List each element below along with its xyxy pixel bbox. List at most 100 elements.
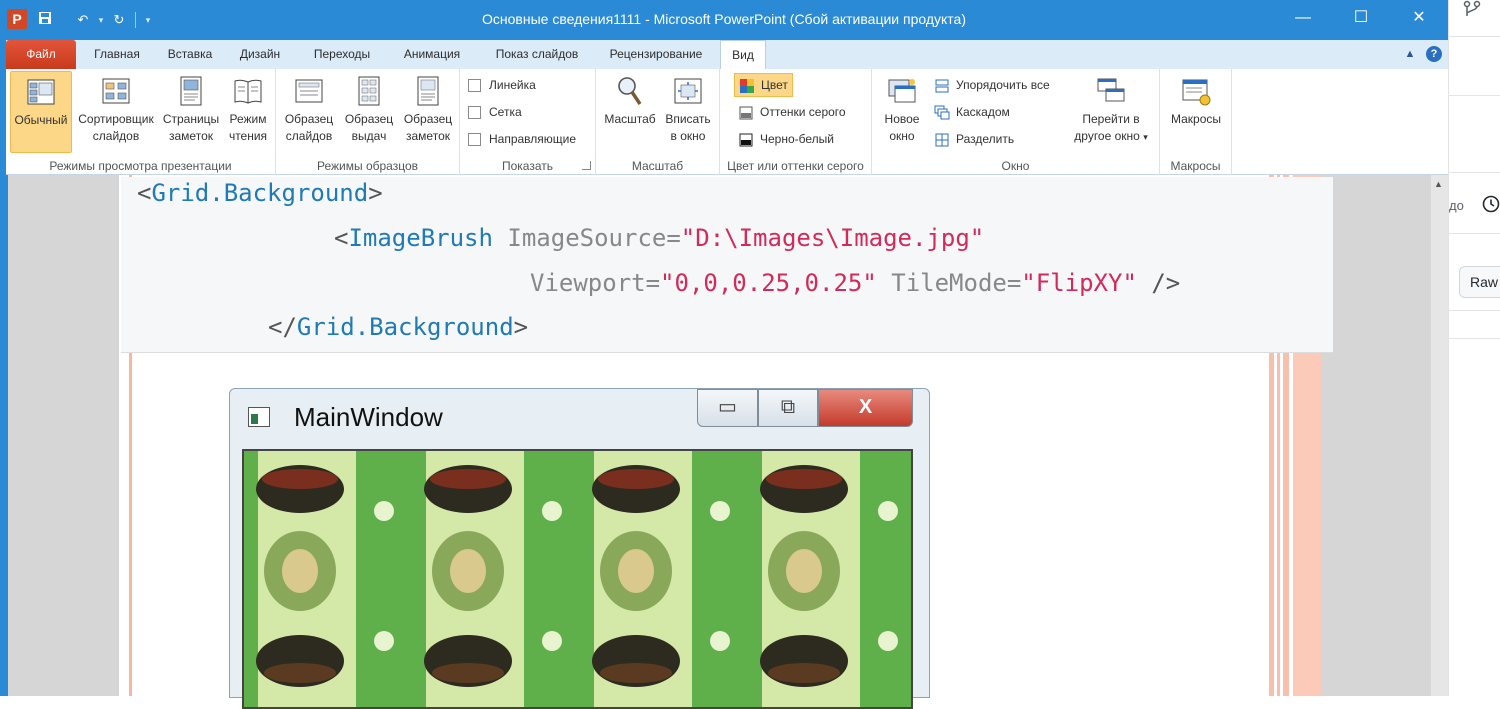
mainwindow-screenshot[interactable]: MainWindow ▭ ⧉ X <box>229 388 930 709</box>
new-window-label-1: Новое <box>884 112 920 126</box>
close-button[interactable]: ✕ <box>1390 0 1448 38</box>
macros-label: Макросы <box>1170 112 1222 126</box>
mainwindow-minimize-button[interactable]: ▭ <box>697 389 758 427</box>
cascade-button[interactable]: Каскадом <box>934 101 1010 123</box>
macros-button[interactable]: Макросы <box>1166 71 1226 153</box>
normal-view-icon <box>27 79 55 105</box>
group-zoom: Масштаб Вписать в окно Масштаб <box>596 69 720 175</box>
slide-master-button[interactable]: Образец слайдов <box>280 71 338 153</box>
guides-check-box[interactable] <box>468 133 481 147</box>
group-label-masters: Режимы образцов <box>316 159 418 173</box>
tiled-beetle-image <box>244 451 911 707</box>
fit-to-window-button[interactable]: Вписать в окно <box>660 71 716 153</box>
mainwindow-app-icon <box>248 407 270 427</box>
divider <box>1449 310 1500 311</box>
zoom-label: Масштаб <box>604 112 656 126</box>
tab-home[interactable]: Главная <box>82 40 152 69</box>
powerpoint-window: P ↶ ▾ ↻ ▾ Основные сведения1111 - Micros… <box>0 0 1448 709</box>
grayscale-label: Оттенки серого <box>760 105 846 119</box>
help-icon[interactable]: ? <box>1426 46 1442 62</box>
mainwindow-controls: ▭ ⧉ X <box>697 389 913 429</box>
reading-view-icon <box>234 79 262 104</box>
black-white-icon <box>739 133 753 147</box>
scroll-up-icon[interactable]: ▲ <box>1434 179 1443 189</box>
tab-slideshow[interactable]: Показ слайдов <box>482 40 592 69</box>
group-macros: Макросы Макросы <box>1160 69 1232 175</box>
color-button[interactable]: Цвет <box>734 73 793 97</box>
zoom-button[interactable]: Масштаб <box>600 71 660 153</box>
tab-insert[interactable]: Вставка <box>158 40 222 69</box>
grayscale-button[interactable]: Оттенки серого <box>738 101 846 123</box>
slide-canvas[interactable]: <Grid.Background> <ImageBrush ImageSourc… <box>119 175 1333 709</box>
history-icon[interactable] <box>1481 194 1500 214</box>
split-button[interactable]: Разделить <box>934 128 1014 150</box>
handout-master-label-1: Образец <box>344 112 394 126</box>
normal-view-button[interactable]: Обычный <box>10 71 72 153</box>
handout-master-button[interactable]: Образец выдач <box>340 71 398 153</box>
notes-master-label-1: Образец <box>403 112 453 126</box>
switch-windows-button[interactable]: Перейти в другое окно ▾ <box>1066 71 1156 153</box>
group-label-zoom: Масштаб <box>631 159 684 173</box>
split-label: Разделить <box>956 132 1015 146</box>
divider <box>1449 95 1500 96</box>
new-window-button[interactable]: Новое окно <box>876 71 928 153</box>
slide-sorter-icon <box>102 78 130 104</box>
grid-check-box[interactable] <box>468 106 481 120</box>
new-window-label-2: окно <box>889 129 915 143</box>
notes-page-label-2: заметок <box>169 129 213 143</box>
switch-windows-dropdown-icon[interactable]: ▾ <box>1143 132 1148 142</box>
new-window-icon <box>888 79 916 103</box>
black-white-button[interactable]: Черно-белый <box>738 128 834 150</box>
mainwindow-close-button[interactable]: X <box>818 389 913 427</box>
ruler-checkbox[interactable]: Линейка <box>468 74 536 96</box>
slide-master-icon <box>295 79 323 103</box>
raw-button[interactable]: Raw <box>1459 266 1500 298</box>
code-line-3: Viewport="0,0,0.25,0.25" TileMode="FlipX… <box>530 269 1181 297</box>
tab-file[interactable]: Файл <box>6 40 76 69</box>
notes-master-button[interactable]: Образец заметок <box>400 71 456 153</box>
grayscale-icon <box>739 106 753 120</box>
minimize-button[interactable]: — <box>1274 0 1332 38</box>
color-label: Цвет <box>761 78 788 92</box>
tab-transitions[interactable]: Переходы <box>302 40 382 69</box>
show-dialog-launcher-icon[interactable] <box>582 161 591 170</box>
guides-label: Направляющие <box>489 132 577 146</box>
reading-view-button[interactable]: Режим чтения <box>224 71 272 153</box>
group-master-views: Образец слайдов Образец выдач Образец за… <box>276 69 460 175</box>
mainwindow-maximize-button[interactable]: ⧉ <box>758 389 818 427</box>
group-label-color: Цвет или оттенки серого <box>727 159 864 173</box>
switch-windows-icon <box>1097 78 1125 102</box>
fit-to-window-icon <box>674 78 702 104</box>
window-title: Основные сведения1111 - Microsoft PowerP… <box>482 11 966 27</box>
window-controls: — ☐ ✕ <box>1274 0 1448 38</box>
divider <box>1449 338 1500 339</box>
tab-view[interactable]: Вид <box>720 40 766 70</box>
code-snippet[interactable]: <Grid.Background> <ImageBrush ImageSourc… <box>121 177 1333 353</box>
ruler-label: Линейка <box>489 78 536 92</box>
reading-view-label-2: чтения <box>228 129 268 143</box>
vertical-scrollbar[interactable]: ▲ <box>1431 175 1448 696</box>
slide-sorter-label-2: слайдов <box>92 129 140 143</box>
arrange-all-icon <box>935 79 949 93</box>
mainwindow-title: MainWindow <box>294 402 443 432</box>
ruler-check-box[interactable] <box>468 79 481 93</box>
code-line-2: <ImageBrush ImageSource="D:\Images\Image… <box>334 224 985 252</box>
ribbon-tabs: Файл Главная Вставка Дизайн Переходы Ани… <box>6 40 1448 70</box>
tab-animation[interactable]: Анимация <box>392 40 472 69</box>
grid-checkbox[interactable]: Сетка <box>468 101 522 123</box>
tab-review[interactable]: Рецензирование <box>600 40 712 69</box>
fit-to-window-label-2: в окно <box>670 129 706 143</box>
tab-design[interactable]: Дизайн <box>230 40 290 69</box>
maximize-button[interactable]: ☐ <box>1332 0 1390 38</box>
collapse-ribbon-icon[interactable]: ▲ <box>1402 46 1418 62</box>
notes-page-button[interactable]: Страницы заметок <box>160 71 222 153</box>
divider <box>1449 233 1500 234</box>
notes-page-icon <box>180 76 202 106</box>
ribbon-view: Обычный Сортировщик слайдов Страницы зам… <box>6 69 1448 175</box>
slide-sorter-button[interactable]: Сортировщик слайдов <box>74 71 158 153</box>
guides-checkbox[interactable]: Направляющие <box>468 128 576 150</box>
group-label-views: Режимы просмотра презентации <box>49 159 232 173</box>
notes-master-icon <box>417 76 439 106</box>
arrange-all-button[interactable]: Упорядочить все <box>934 74 1050 96</box>
divider <box>1449 172 1500 173</box>
